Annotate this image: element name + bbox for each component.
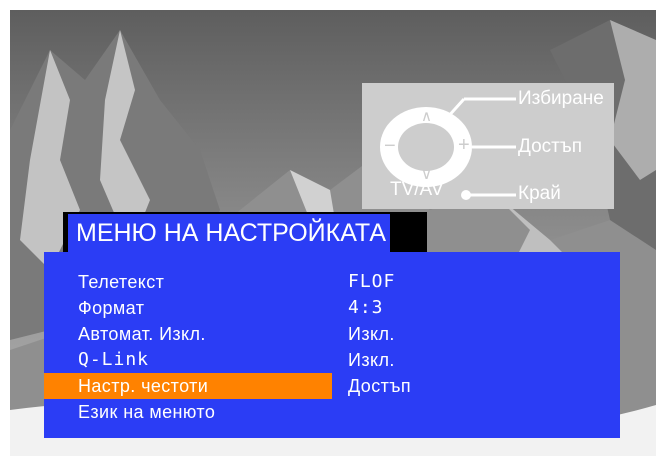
menu-item-tuning[interactable]: Настр. честоти Достъп xyxy=(44,373,620,399)
menu-item-label: Q-Link xyxy=(78,349,150,370)
tvav-label: TV/AV xyxy=(390,179,444,200)
menu-item-value: FLOF xyxy=(348,271,396,292)
menu-item-format[interactable]: Формат 4:3 xyxy=(44,295,620,321)
tv-screen: ∧ ∨ − + TV/AV Избиране Достъп Край МЕНЮ … xyxy=(10,10,656,456)
menu-item-value: Достъп xyxy=(348,376,412,396)
settings-menu: Телетекст FLOF Формат 4:3 Автомат. Изкл.… xyxy=(44,252,620,438)
menu-item-label: Автомат. Изкл. xyxy=(78,324,206,344)
menu-item-label: Език на менюто xyxy=(78,402,216,422)
select-hint-label: Избиране xyxy=(518,88,604,109)
minus-icon: − xyxy=(384,135,396,157)
menu-title: МЕНЮ НА НАСТРОЙКАТА xyxy=(68,214,391,253)
menu-item-label: Настр. честоти xyxy=(78,376,209,396)
access-hint-label: Достъп xyxy=(518,136,583,157)
remote-hint-panel: ∧ ∨ − + TV/AV Избиране Достъп Край xyxy=(362,83,614,209)
menu-item-teletext[interactable]: Телетекст FLOF xyxy=(44,269,620,295)
menu-item-label: Формат xyxy=(78,298,145,318)
menu-item-q-link[interactable]: Q-Link Изкл. xyxy=(44,347,620,373)
plus-icon: + xyxy=(458,134,470,156)
menu-item-value: Изкл. xyxy=(348,350,395,370)
menu-item-auto-off[interactable]: Автомат. Изкл. Изкл. xyxy=(44,321,620,347)
up-arrow-icon: ∧ xyxy=(421,108,432,125)
menu-item-value: Изкл. xyxy=(348,324,395,344)
menu-item-value: 4:3 xyxy=(348,297,384,318)
menu-item-label: Телетекст xyxy=(78,272,165,292)
exit-hint-label: Край xyxy=(518,183,561,204)
menu-item-menu-language[interactable]: Език на менюто xyxy=(44,399,620,425)
